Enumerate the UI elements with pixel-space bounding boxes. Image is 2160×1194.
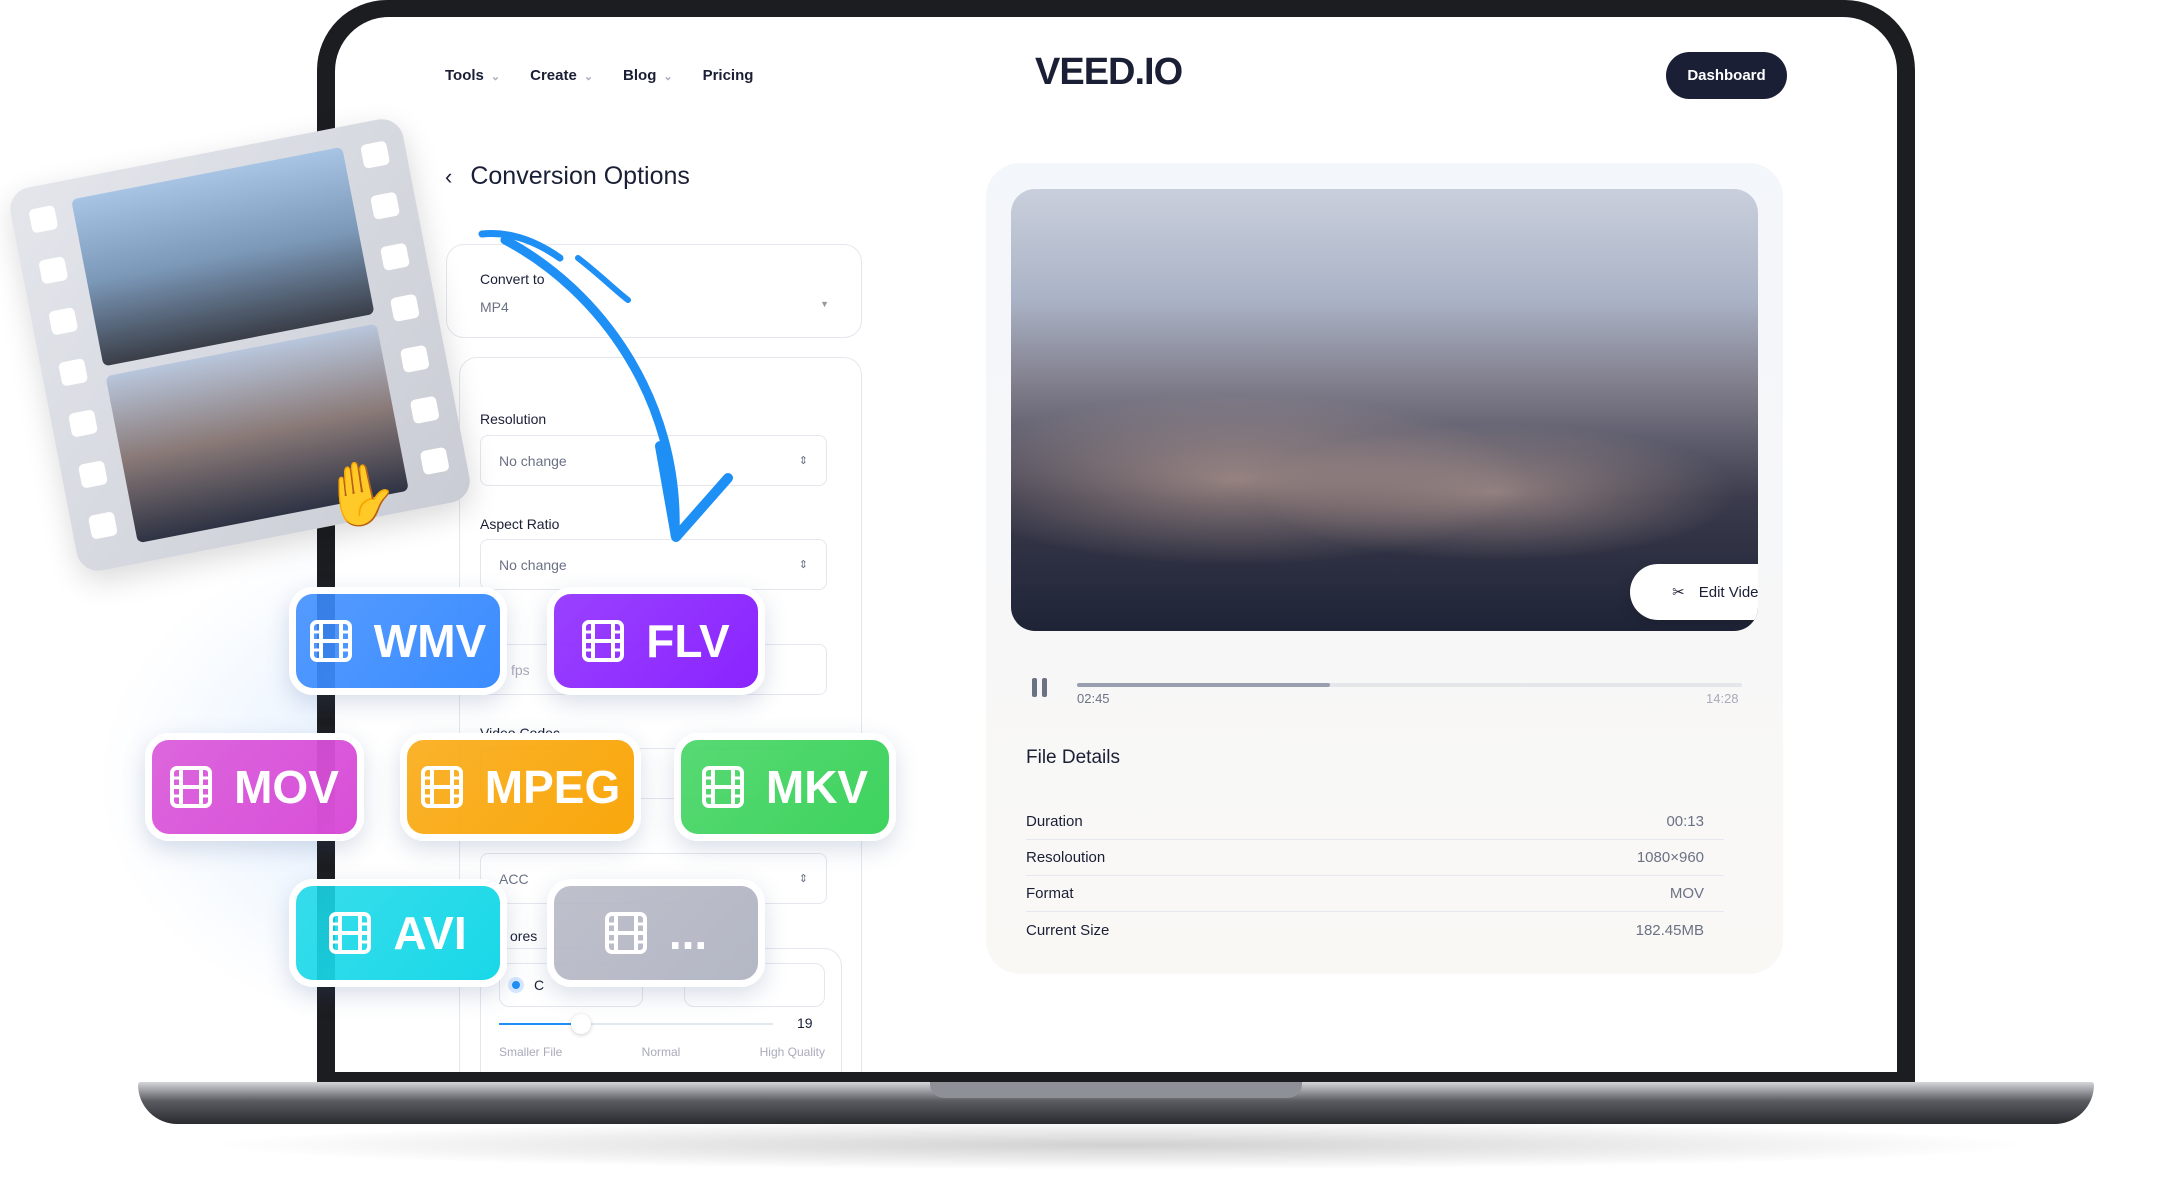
format-tile-wmv[interactable]: WMV [289, 587, 507, 695]
format-tile-more[interactable]: ... [547, 879, 765, 987]
film-icon [582, 620, 625, 662]
film-icon [420, 766, 463, 808]
format-tile-avi[interactable]: AVI [289, 879, 507, 987]
format-label: ... [668, 907, 708, 959]
format-label: WMV [373, 615, 487, 667]
film-icon [604, 912, 647, 954]
format-label: MPEG [484, 761, 621, 813]
format-tile-flv[interactable]: FLV [547, 587, 765, 695]
format-tile-mpeg[interactable]: MPEG [400, 733, 641, 841]
format-label: AVI [393, 907, 467, 959]
format-tile-mov[interactable]: MOV [145, 733, 364, 841]
format-label: FLV [646, 615, 730, 667]
format-tile-mkv[interactable]: MKV [674, 733, 896, 841]
film-icon [309, 620, 352, 662]
format-label: MKV [765, 761, 869, 813]
format-label: MOV [234, 761, 339, 813]
film-icon [701, 766, 744, 808]
film-icon [329, 912, 372, 954]
film-icon [170, 766, 213, 808]
